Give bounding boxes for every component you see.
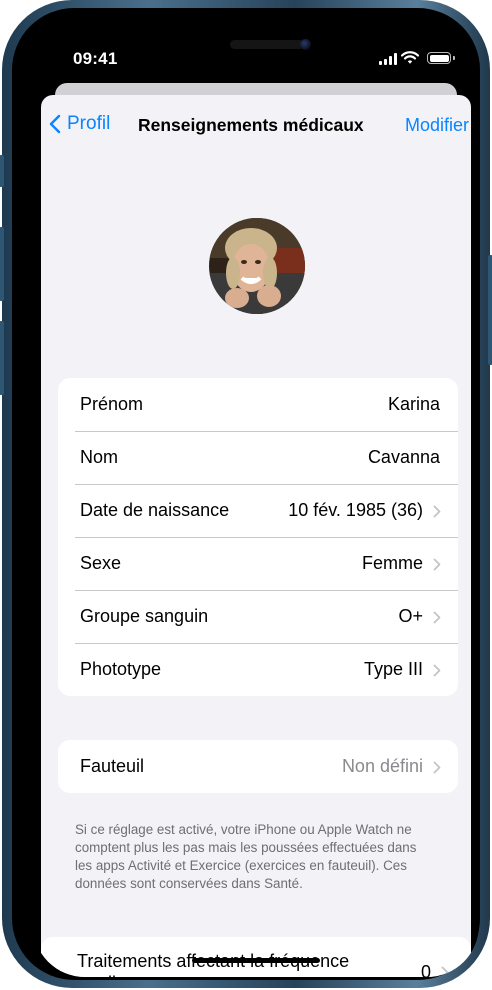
home-indicator[interactable] [192, 958, 320, 963]
status-time: 09:41 [73, 49, 118, 68]
skin-type-row[interactable]: Phototype Type III [58, 643, 458, 696]
row-label: Nom [80, 447, 119, 467]
chevron-right-icon [433, 761, 441, 773]
chevron-right-icon [433, 611, 441, 623]
row-value: 10 fév. 1985 (36) [288, 500, 423, 520]
back-button-label: Profil [67, 113, 111, 134]
page-title: Renseignements médicaux [138, 115, 364, 135]
chevron-right-icon [441, 966, 449, 977]
screen: 09:41 Profil Renseignements médicaux Mod… [33, 27, 479, 977]
cellular-icon [379, 53, 397, 65]
chevron-right-icon [433, 558, 441, 570]
chevron-right-icon [433, 664, 441, 676]
sex-row[interactable]: Sexe Femme [58, 537, 458, 590]
row-value: Karina [387, 394, 440, 414]
birthdate-row[interactable]: Date de naissance 10 fév. 1985 (36) [58, 484, 458, 537]
phone-frame: 09:41 Profil Renseignements médicaux Mod… [0, 0, 492, 988]
medical-id-sheet: Profil Renseignements médicaux Modifier [41, 95, 471, 977]
side-button [488, 255, 492, 365]
row-value: Cavanna [367, 447, 440, 467]
first-name-row[interactable]: Prénom Karina [58, 378, 458, 431]
volume-down-button [0, 321, 4, 395]
wheelchair-group: Fauteuil Non défini [58, 740, 458, 793]
wheelchair-row[interactable]: Fauteuil Non défini [58, 740, 458, 793]
profile-photo [209, 218, 305, 314]
row-label: Groupe sanguin [80, 606, 209, 626]
row-label: Fauteuil [80, 756, 145, 776]
row-label: Phototype [80, 659, 162, 679]
bezel: 09:41 Profil Renseignements médicaux Mod… [12, 8, 480, 980]
wheelchair-footnote: Si ce réglage est activé, votre iPhone o… [75, 822, 417, 891]
row-value: Type III [363, 659, 423, 679]
camera-icon [300, 39, 311, 50]
chevron-right-icon [433, 505, 441, 517]
blood-type-row[interactable]: Groupe sanguin O+ [58, 590, 458, 643]
battery-icon [427, 52, 455, 64]
avatar[interactable] [209, 218, 305, 314]
last-name-row[interactable]: Nom Cavanna [58, 431, 458, 484]
personal-info-group: Prénom Karina Nom Cavanna Date de naissa… [58, 378, 458, 696]
row-value: Femme [361, 553, 423, 573]
wifi-icon [401, 51, 419, 64]
action-button [0, 155, 4, 187]
edit-button[interactable]: Modifier [405, 115, 469, 136]
volume-up-button [0, 227, 4, 301]
medications-label: Traitements affectant la fréquence cardi… [77, 951, 349, 977]
navigation-bar: Profil Renseignements médicaux Modifier [41, 95, 471, 159]
row-value: O+ [398, 606, 423, 626]
row-label: Date de naissance [80, 500, 230, 520]
row-label: Prénom [80, 394, 144, 414]
row-label: Sexe [80, 553, 122, 573]
row-value: Non défini [341, 756, 423, 776]
speaker-notch [230, 40, 304, 49]
chevron-left-icon [49, 114, 61, 134]
status-bar: 09:41 [33, 27, 479, 87]
medications-count: 0 [420, 962, 431, 977]
back-button[interactable]: Profil [49, 113, 110, 135]
